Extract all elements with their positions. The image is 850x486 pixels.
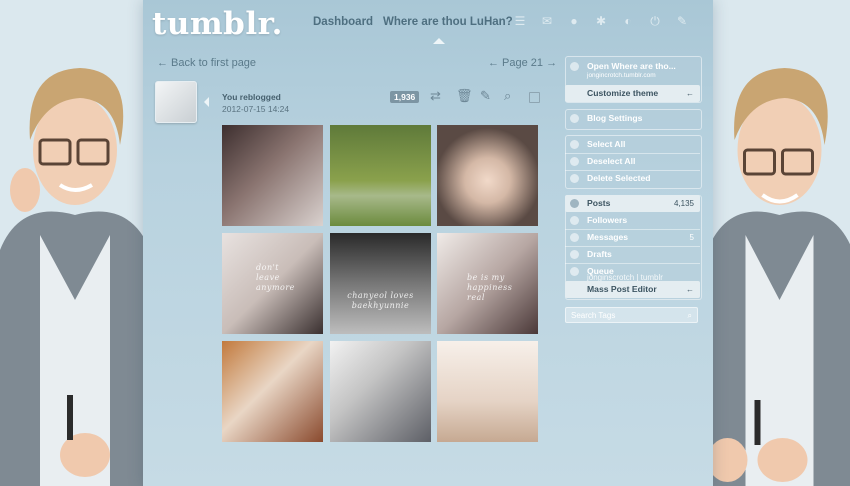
nav-blog-link[interactable]: Where are thou LuHan?	[383, 16, 513, 28]
select-icon[interactable]	[529, 92, 540, 103]
select-all-button[interactable]: Select All	[565, 136, 700, 153]
right-background-portrait	[705, 0, 850, 486]
list-icon[interactable]: ☰	[513, 14, 527, 28]
arrow-icon: ←	[686, 285, 694, 294]
back-to-first-page-link[interactable]: ← Back to first page	[157, 57, 256, 69]
compass-icon[interactable]: ◐	[621, 14, 635, 28]
deselect-all-button[interactable]: Deselect All	[565, 153, 700, 170]
x-icon	[570, 174, 579, 183]
search-tags-input[interactable]: Search Tags ⌕	[565, 307, 698, 323]
avatar-pointer	[204, 97, 209, 107]
trash-icon[interactable]: 🗑	[456, 88, 473, 104]
mass-post-editor-button[interactable]: Mass Post Editor ←	[565, 281, 700, 298]
drafts-link[interactable]: Drafts	[565, 246, 700, 263]
photo-7[interactable]	[222, 341, 323, 442]
photo-1[interactable]	[222, 125, 323, 226]
check-icon	[570, 140, 579, 149]
header-icons: ☰ ✉ ● ✱ ◐ ⏻ ✎	[513, 14, 689, 28]
photo-4[interactable]: don't leave anymore	[222, 233, 323, 334]
globe-icon[interactable]: ●	[567, 14, 581, 28]
photo-3[interactable]	[437, 125, 538, 226]
edit-icon[interactable]: ✎	[480, 88, 491, 104]
gear-icon	[570, 114, 579, 123]
drafts-icon	[570, 250, 579, 259]
followers-link[interactable]: Followers	[565, 212, 700, 229]
followers-icon	[570, 216, 579, 225]
reblog-label: You reblogged	[222, 92, 281, 102]
reblog-date: 2012-07-15 14:24	[222, 104, 290, 114]
portrait-illustration	[707, 0, 850, 486]
nav-caret	[433, 38, 445, 44]
photo-8[interactable]	[330, 341, 431, 442]
avatar[interactable]	[155, 81, 197, 123]
posts-link[interactable]: Posts 4,135	[565, 195, 700, 212]
message-icon	[570, 233, 579, 242]
blog-settings-link[interactable]: Blog Settings	[565, 110, 700, 127]
photo-2[interactable]	[330, 125, 431, 226]
queue-icon	[570, 267, 579, 276]
posts-icon	[570, 199, 579, 208]
photo-6[interactable]: be is my happiness real	[437, 233, 538, 334]
page-number-link[interactable]: ← Page 21 →	[488, 57, 557, 69]
wand-icon[interactable]: ✎	[675, 14, 689, 28]
search-icon[interactable]: ⌕	[688, 308, 692, 324]
left-background-portrait	[0, 0, 150, 486]
customize-theme-button[interactable]: Customize theme ←	[565, 85, 700, 102]
notes-count-badge[interactable]: 1,936	[390, 91, 420, 103]
nav-dashboard-link[interactable]: Dashboard	[313, 16, 373, 28]
photo-9[interactable]	[437, 341, 538, 442]
blog-url[interactable]: jongincrotch.tumblr.com	[587, 72, 656, 79]
arrow-icon: ←	[686, 89, 694, 98]
power-icon[interactable]: ⏻	[648, 14, 662, 28]
messages-link[interactable]: Messages 5	[565, 229, 700, 246]
photo-5[interactable]: chanyeol loves baekhyunnie	[330, 233, 431, 334]
mail-icon[interactable]: ✉	[540, 14, 554, 28]
gear-icon[interactable]: ✱	[594, 14, 608, 28]
check-icon	[570, 62, 579, 71]
tumblr-logo[interactable]: tumblr.	[152, 6, 283, 42]
search-icon[interactable]: ⌕	[504, 88, 511, 104]
reblog-icon[interactable]: ⇄	[430, 88, 441, 104]
portrait-illustration	[0, 0, 150, 486]
delete-selected-button[interactable]: Delete Selected	[565, 170, 700, 187]
minus-icon	[570, 157, 579, 166]
